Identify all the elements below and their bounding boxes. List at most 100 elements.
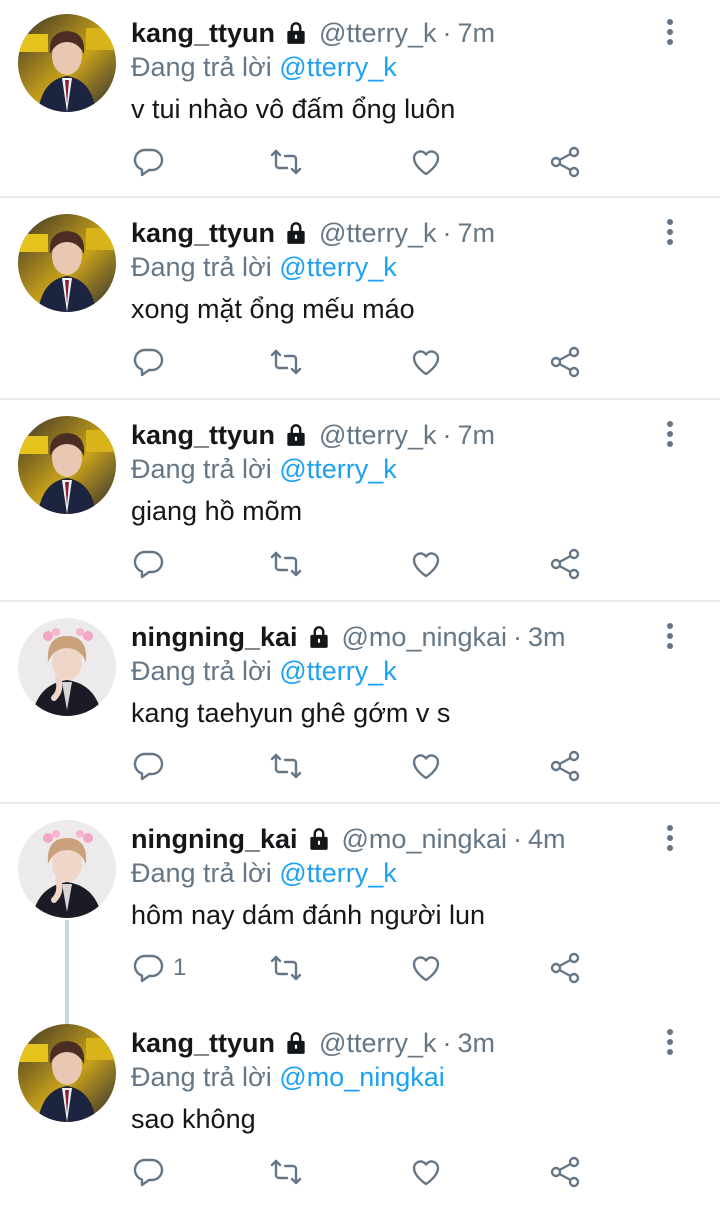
like-button[interactable] <box>409 542 443 586</box>
replying-to: Đang trả lời @tterry_k <box>131 52 397 83</box>
timestamp[interactable]: 3m <box>457 1028 495 1059</box>
display-name[interactable]: kang_ttyun <box>131 218 275 249</box>
tweet-actions <box>131 1150 591 1194</box>
tweet-actions <box>131 340 591 384</box>
retweet-button[interactable] <box>269 340 303 384</box>
timestamp[interactable]: 3m <box>528 622 566 653</box>
timestamp[interactable]: 7m <box>457 218 495 249</box>
display-name[interactable]: ningning_kai <box>131 622 298 653</box>
share-button[interactable] <box>548 946 582 990</box>
reply-button[interactable] <box>131 744 173 788</box>
retweet-button[interactable] <box>269 1150 303 1194</box>
tweet-text: giang hồ mõm <box>131 496 303 526</box>
timestamp[interactable]: 7m <box>457 420 495 451</box>
like-button[interactable] <box>409 744 443 788</box>
avatar[interactable] <box>18 1024 116 1122</box>
timestamp[interactable]: 4m <box>528 824 566 855</box>
tweet-1[interactable]: kang_ttyun @tterry_k · 7m Đang trả lời @… <box>0 0 720 198</box>
username-handle[interactable]: @tterry_k <box>319 1028 436 1059</box>
like-button[interactable] <box>409 340 443 384</box>
tweet-text: xong mặt ổng mếu máo <box>131 294 415 324</box>
share-button[interactable] <box>548 542 582 586</box>
more-vertical-icon[interactable] <box>662 1028 678 1056</box>
tweet-text: v tui nhào vô đấm ổng luôn <box>131 94 456 124</box>
reply-icon <box>131 1155 165 1189</box>
tweet-header: ningning_kai @mo_ningkai · 4m <box>131 820 566 858</box>
share-icon <box>548 951 582 985</box>
more-vertical-icon[interactable] <box>662 622 678 650</box>
retweet-button[interactable] <box>269 140 303 184</box>
username-handle[interactable]: @tterry_k <box>319 18 436 49</box>
separator-dot: · <box>442 217 452 248</box>
reply-button[interactable] <box>131 340 173 384</box>
tweet-header: kang_ttyun @tterry_k · 7m <box>131 416 495 454</box>
tweet-3[interactable]: kang_ttyun @tterry_k · 7m Đang trả lời @… <box>0 402 720 602</box>
reply-button[interactable] <box>131 542 173 586</box>
display-name[interactable]: kang_ttyun <box>131 1028 275 1059</box>
tweet-6[interactable]: kang_ttyun @tterry_k · 3m Đang trả lời @… <box>0 1010 720 1206</box>
like-button[interactable] <box>409 1150 443 1194</box>
replying-to-label: Đang trả lời <box>131 656 272 686</box>
avatar[interactable] <box>18 214 116 312</box>
reply-mention-link[interactable]: @tterry_k <box>279 656 396 686</box>
lock-icon <box>283 422 309 448</box>
retweet-button[interactable] <box>269 946 303 990</box>
reply-mention-link[interactable]: @tterry_k <box>279 52 396 82</box>
display-name[interactable]: ningning_kai <box>131 824 298 855</box>
share-button[interactable] <box>548 140 582 184</box>
heart-icon <box>409 1155 443 1189</box>
timestamp[interactable]: 7m <box>457 18 495 49</box>
username-handle[interactable]: @tterry_k <box>319 420 436 451</box>
share-button[interactable] <box>548 1150 582 1194</box>
tweet-actions <box>131 140 591 184</box>
retweet-icon <box>269 345 303 379</box>
retweet-icon <box>269 547 303 581</box>
tweet-header: ningning_kai @mo_ningkai · 3m <box>131 618 566 656</box>
avatar[interactable] <box>18 14 116 112</box>
avatar[interactable] <box>18 618 116 716</box>
reply-icon <box>131 547 165 581</box>
separator-dot: · <box>442 1027 452 1058</box>
reply-count: 1 <box>173 954 187 981</box>
more-vertical-icon[interactable] <box>662 824 678 852</box>
retweet-button[interactable] <box>269 542 303 586</box>
reply-button[interactable] <box>131 1150 173 1194</box>
reply-icon <box>131 145 165 179</box>
share-button[interactable] <box>548 340 582 384</box>
heart-icon <box>409 345 443 379</box>
username-handle[interactable]: @tterry_k <box>319 218 436 249</box>
reply-mention-link[interactable]: @mo_ningkai <box>279 1062 445 1092</box>
like-button[interactable] <box>409 946 443 990</box>
lock-icon <box>306 826 332 852</box>
reply-button[interactable] <box>131 140 173 184</box>
replying-to-label: Đang trả lời <box>131 1062 272 1092</box>
tweet-4[interactable]: ningning_kai @mo_ningkai · 3m Đang trả l… <box>0 604 720 804</box>
tweet-5[interactable]: ningning_kai @mo_ningkai · 4m Đang trả l… <box>0 806 720 1008</box>
display-name[interactable]: kang_ttyun <box>131 18 275 49</box>
retweet-icon <box>269 951 303 985</box>
share-button[interactable] <box>548 744 582 788</box>
tweet-2[interactable]: kang_ttyun @tterry_k · 7m Đang trả lời @… <box>0 200 720 400</box>
replying-to: Đang trả lời @tterry_k <box>131 858 397 889</box>
reply-mention-link[interactable]: @tterry_k <box>279 858 396 888</box>
tweet-header: kang_ttyun @tterry_k · 7m <box>131 214 495 252</box>
more-vertical-icon[interactable] <box>662 420 678 448</box>
reply-icon <box>131 345 165 379</box>
display-name[interactable]: kang_ttyun <box>131 420 275 451</box>
reply-button[interactable]: 1 <box>131 946 186 990</box>
username-handle[interactable]: @mo_ningkai <box>342 622 508 653</box>
reply-mention-link[interactable]: @tterry_k <box>279 252 396 282</box>
like-button[interactable] <box>409 140 443 184</box>
avatar[interactable] <box>18 820 116 918</box>
lock-icon <box>283 1030 309 1056</box>
share-icon <box>548 547 582 581</box>
retweet-icon <box>269 1155 303 1189</box>
separator-dot: · <box>442 419 452 450</box>
more-vertical-icon[interactable] <box>662 18 678 46</box>
avatar[interactable] <box>18 416 116 514</box>
reply-mention-link[interactable]: @tterry_k <box>279 454 396 484</box>
replying-to: Đang trả lời @mo_ningkai <box>131 1062 445 1093</box>
more-vertical-icon[interactable] <box>662 218 678 246</box>
username-handle[interactable]: @mo_ningkai <box>342 824 508 855</box>
retweet-button[interactable] <box>269 744 303 788</box>
